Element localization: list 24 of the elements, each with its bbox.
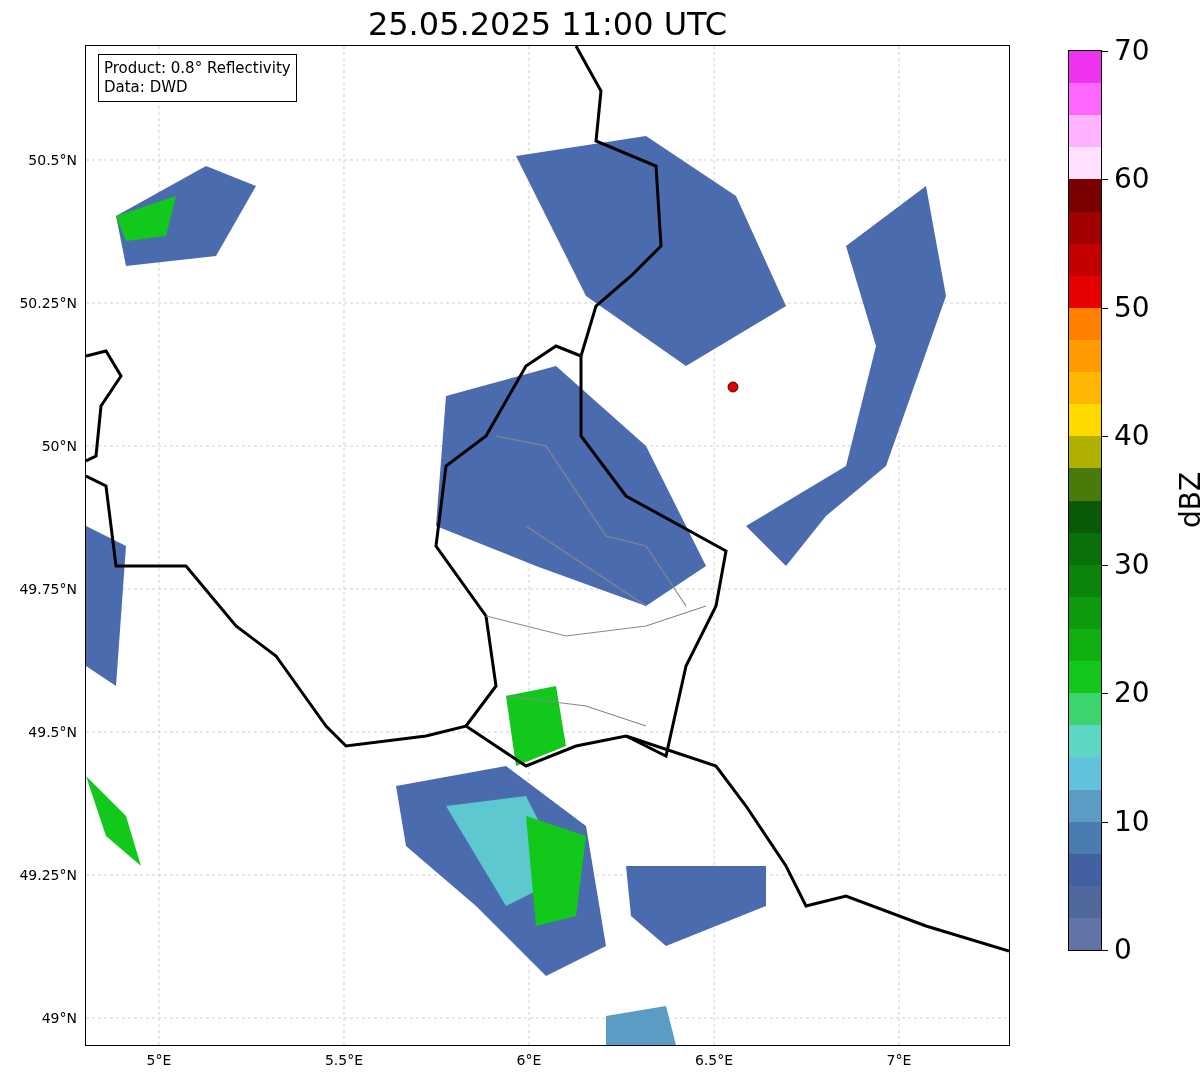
axis-tick-label: 50.25°N xyxy=(19,295,77,311)
axis-tick-label: 5°E xyxy=(146,1052,172,1068)
colorbar-tick-label: 70 xyxy=(1114,36,1150,66)
colorbar-tick-label: 60 xyxy=(1114,164,1150,195)
colorbar-tick-label: 10 xyxy=(1114,806,1150,837)
colorbar-tick-label: 50 xyxy=(1114,292,1150,323)
legend-text: Product: 0.8° Reflectivity xyxy=(104,59,291,78)
axis-tick-label: 6°E xyxy=(516,1052,542,1068)
chart-title: 25.05.2025 11:00 UTC xyxy=(367,4,728,45)
axis-tick-label: 49°N xyxy=(41,1010,77,1026)
colorbar-label: dBZ xyxy=(1173,471,1202,529)
colorbar-tick-label: 0 xyxy=(1114,935,1132,965)
colorbar-tick-label: 40 xyxy=(1114,421,1150,452)
colorbar-tick-label: 20 xyxy=(1114,678,1150,709)
axis-tick-label: 50°N xyxy=(41,438,77,454)
axis-tick-label: 49.5°N xyxy=(28,724,77,740)
axis-tick-label: 6.5°E xyxy=(694,1052,734,1068)
axis-tick-label: 49.75°N xyxy=(19,581,77,597)
axis-tick-label: 5.5°E xyxy=(324,1052,364,1068)
legend-text: Data: DWD xyxy=(104,78,189,97)
axis-tick-label: 50.5°N xyxy=(28,152,77,168)
axis-tick-label: 49.25°N xyxy=(19,867,77,883)
axis-tick-label: 7°E xyxy=(886,1052,912,1068)
colorbar-tick-label: 30 xyxy=(1114,549,1150,580)
